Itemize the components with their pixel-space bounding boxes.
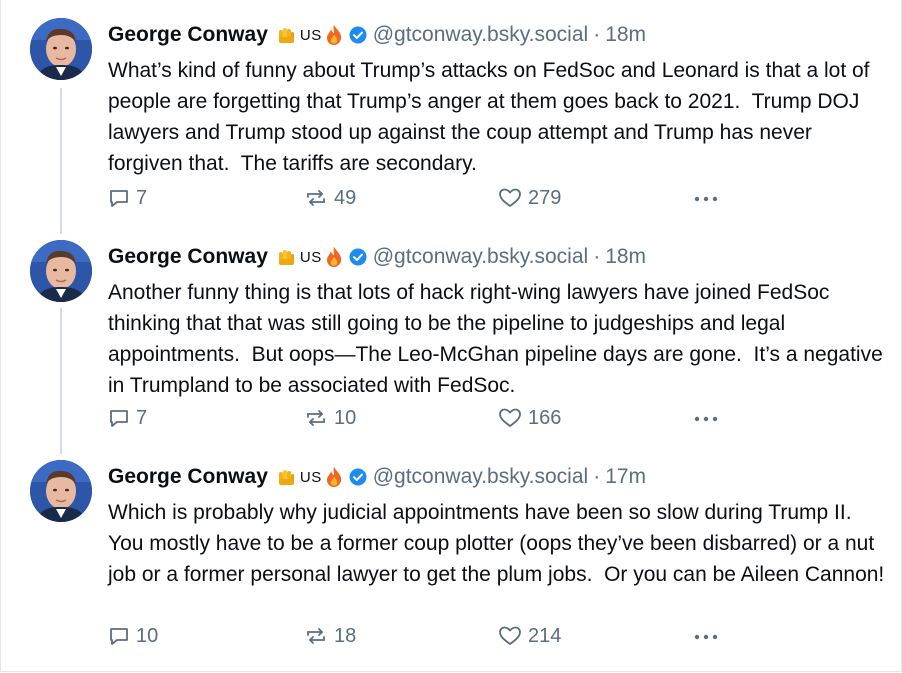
verified-checkmark-icon[interactable] xyxy=(349,248,367,266)
avatar[interactable] xyxy=(30,18,92,80)
post-timestamp[interactable]: 18m xyxy=(605,23,646,47)
post-thread: George Conway US @gtconway.bsky.social ·… xyxy=(0,0,902,673)
post-header: George Conway US @gtconway.bsky.social ·… xyxy=(108,244,888,270)
fire-emoji-icon xyxy=(325,466,343,488)
post-text: Another funny thing is that lots of hack… xyxy=(108,281,889,397)
raised-fist-emoji-icon xyxy=(276,467,296,487)
repost-icon xyxy=(307,628,325,644)
like-button[interactable]: 166 xyxy=(498,404,561,432)
fire-emoji-icon xyxy=(325,246,343,268)
like-count: 166 xyxy=(528,406,562,429)
author-name[interactable]: George Conway xyxy=(108,23,268,47)
heart-icon xyxy=(499,408,521,427)
reply-button[interactable]: 10 xyxy=(108,622,158,650)
reply-count: 7 xyxy=(136,406,148,429)
more-options-button[interactable] xyxy=(692,622,726,650)
more-options-button[interactable] xyxy=(692,184,726,212)
author-handle[interactable]: @gtconway.bsky.social xyxy=(373,465,588,489)
ellipsis-icon xyxy=(694,416,718,422)
raised-fist-emoji-icon xyxy=(276,247,296,267)
thread-connector-line xyxy=(60,88,62,234)
author-handle[interactable]: @gtconway.bsky.social xyxy=(373,245,588,269)
heart-icon xyxy=(499,188,521,207)
post-text: What’s kind of funny about Trump’s attac… xyxy=(108,59,876,175)
post-actions: 10 18 214 xyxy=(108,622,748,650)
like-count: 214 xyxy=(528,624,562,647)
repost-icon xyxy=(307,410,325,426)
post[interactable]: George Conway US @gtconway.bsky.social ·… xyxy=(0,442,902,673)
post-header: George Conway US @gtconway.bsky.social ·… xyxy=(108,22,888,48)
raised-fist-emoji-icon xyxy=(276,25,296,45)
like-count: 279 xyxy=(528,186,562,209)
post[interactable]: George Conway US @gtconway.bsky.social ·… xyxy=(0,0,902,234)
reply-icon xyxy=(110,190,128,207)
meta-separator: · xyxy=(593,245,601,268)
like-button[interactable]: 214 xyxy=(498,622,561,650)
avatar[interactable] xyxy=(30,460,92,522)
us-flag-badge: US xyxy=(299,248,322,266)
post-timestamp[interactable]: 18m xyxy=(605,245,646,269)
author-name[interactable]: George Conway xyxy=(108,465,268,489)
post-header: George Conway US @gtconway.bsky.social ·… xyxy=(108,464,888,490)
reply-count: 7 xyxy=(136,186,148,209)
reply-button[interactable]: 7 xyxy=(108,404,147,432)
repost-count: 49 xyxy=(334,186,357,209)
meta-separator: · xyxy=(593,23,601,46)
reply-count: 10 xyxy=(136,624,159,647)
post-timestamp[interactable]: 17m xyxy=(605,465,646,489)
us-flag-badge: US xyxy=(299,468,322,486)
post[interactable]: George Conway US @gtconway.bsky.social ·… xyxy=(0,222,902,454)
verified-checkmark-icon[interactable] xyxy=(349,468,367,486)
reply-icon xyxy=(110,628,128,645)
post-content: George Conway US @gtconway.bsky.social ·… xyxy=(108,244,888,401)
post-actions: 7 49 279 xyxy=(108,184,748,212)
author-name[interactable]: George Conway xyxy=(108,245,268,269)
repost-count: 10 xyxy=(334,406,357,429)
like-button[interactable]: 279 xyxy=(498,184,561,212)
repost-count: 18 xyxy=(334,624,357,647)
repost-icon xyxy=(307,190,325,206)
repost-button[interactable]: 18 xyxy=(304,622,356,650)
ellipsis-icon xyxy=(694,634,718,640)
verified-checkmark-icon[interactable] xyxy=(349,26,367,44)
repost-button[interactable]: 10 xyxy=(304,404,356,432)
us-flag-badge: US xyxy=(299,26,322,44)
author-handle[interactable]: @gtconway.bsky.social xyxy=(373,23,588,47)
reply-button[interactable]: 7 xyxy=(108,184,147,212)
thread-connector-line xyxy=(60,308,62,454)
more-options-button[interactable] xyxy=(692,404,726,432)
avatar[interactable] xyxy=(30,240,92,302)
post-content: George Conway US @gtconway.bsky.social ·… xyxy=(108,464,888,590)
post-content: George Conway US @gtconway.bsky.social ·… xyxy=(108,22,888,179)
reply-icon xyxy=(110,410,128,427)
post-actions: 7 10 166 xyxy=(108,404,748,432)
fire-emoji-icon xyxy=(325,24,343,46)
post-text: Which is probably why judicial appointme… xyxy=(108,501,885,586)
ellipsis-icon xyxy=(694,196,718,202)
meta-separator: · xyxy=(593,465,601,488)
heart-icon xyxy=(499,626,521,645)
repost-button[interactable]: 49 xyxy=(304,184,356,212)
